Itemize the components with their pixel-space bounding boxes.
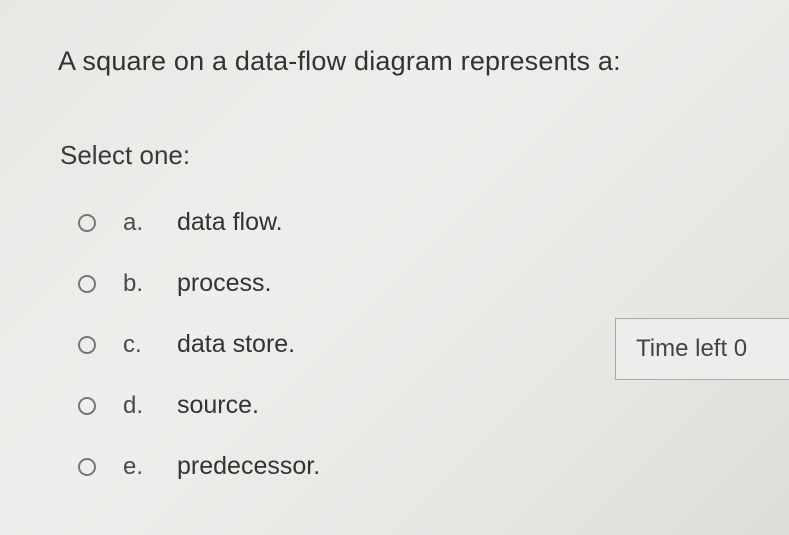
answer-text[interactable]: process.: [177, 269, 271, 298]
answer-letter: d.: [123, 391, 144, 419]
answer-list: a. data flow. b. process. c. data store.…: [78, 192, 320, 497]
radio-button-b[interactable]: [78, 274, 96, 293]
answer-letter: e.: [123, 452, 144, 480]
radio-button-d[interactable]: [78, 396, 96, 415]
time-left-label: Time left 0: [636, 335, 748, 362]
answer-letter: a.: [123, 208, 144, 236]
question-text: A square on a data-flow diagram represen…: [58, 46, 621, 76]
answer-option-c[interactable]: c. data store.: [78, 314, 320, 375]
answer-text[interactable]: source.: [177, 391, 259, 420]
answer-option-e[interactable]: e. predecessor.: [78, 436, 320, 497]
radio-button-e[interactable]: [78, 457, 96, 476]
answer-letter: c.: [123, 330, 142, 358]
time-left-box: Time left 0: [615, 318, 789, 380]
radio-button-a[interactable]: [78, 213, 96, 232]
answer-text[interactable]: predecessor.: [177, 452, 320, 481]
answer-option-b[interactable]: b. process.: [78, 253, 320, 314]
radio-button-c[interactable]: [78, 335, 96, 354]
answer-option-d[interactable]: d. source.: [78, 375, 320, 436]
answer-letter: b.: [123, 269, 144, 297]
answer-text[interactable]: data store.: [177, 330, 295, 359]
select-one-label: Select one:: [60, 140, 191, 170]
answer-text[interactable]: data flow.: [177, 208, 283, 237]
answer-option-a[interactable]: a. data flow.: [78, 192, 320, 253]
